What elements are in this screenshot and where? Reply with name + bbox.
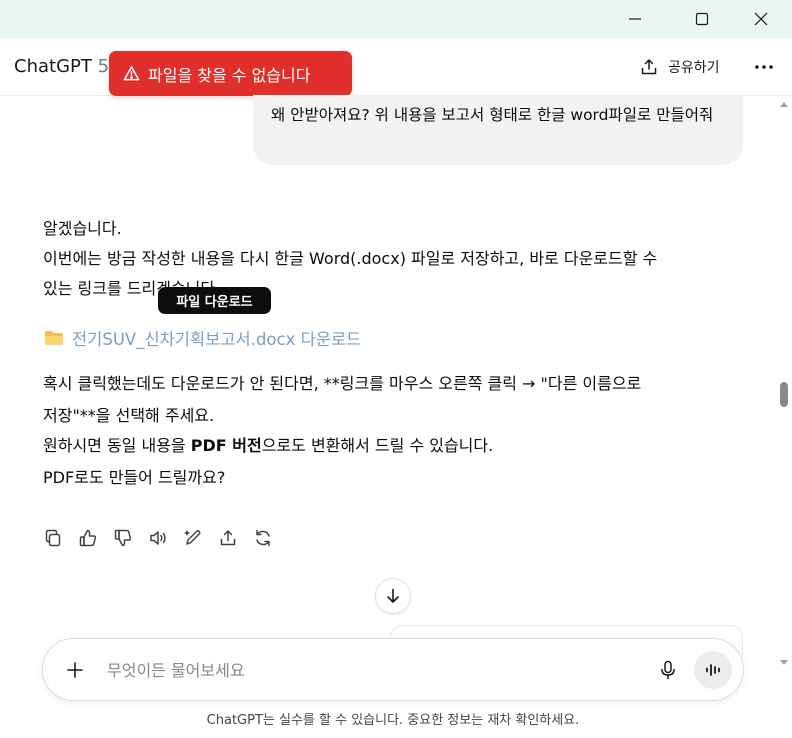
regenerate-icon <box>256 529 270 547</box>
scroll-to-bottom-button[interactable] <box>375 578 411 614</box>
composer <box>42 638 744 701</box>
scroll-down-arrow-icon[interactable] <box>779 659 789 667</box>
model-selector[interactable]: ChatGPT 5 <box>14 56 109 77</box>
more-options-button[interactable] <box>752 56 776 78</box>
maximize-icon <box>695 12 709 26</box>
copy-button[interactable] <box>43 526 63 550</box>
thumbs-down-icon <box>114 529 132 547</box>
scrollbar[interactable] <box>775 96 792 676</box>
model-version: 5 <box>97 56 110 77</box>
toast-message: 파일을 찾을 수 없습니다 <box>148 65 311 85</box>
minimize-button[interactable] <box>612 0 658 38</box>
voice-mode-button[interactable] <box>694 651 732 689</box>
edit-icon <box>184 530 201 545</box>
prompt-input[interactable] <box>107 657 627 683</box>
assistant-text: 혹시 클릭했는데도 다운로드가 안 된다면, **링크를 마우스 오른쪽 클릭 … <box>43 374 642 393</box>
assistant-text-part: 원하시면 동일 내용을 <box>43 436 191 455</box>
assistant-text: 저장"**을 선택해 주세요. <box>43 406 215 425</box>
message-actions <box>43 526 273 550</box>
voice-mode-icon <box>706 664 720 676</box>
file-link-text[interactable]: 전기SUV_신차기획보고서.docx 다운로드 <box>72 326 361 350</box>
scroll-thumb[interactable] <box>780 382 788 407</box>
assistant-text-bold: PDF 버전 <box>190 436 262 455</box>
copy-icon <box>45 529 61 547</box>
mic-icon <box>661 660 675 680</box>
assistant-text-part: 으로도 변환해서 드릴 수 있습니다. <box>261 436 494 455</box>
window-titlebar <box>0 0 792 38</box>
minimize-icon <box>629 18 641 20</box>
thumbs-up-icon <box>79 529 97 547</box>
assistant-text: PDF로도 만들어 드릴까요? <box>43 468 226 487</box>
read-aloud-button[interactable] <box>148 526 168 550</box>
download-tooltip: 파일 다운로드 <box>158 287 271 314</box>
add-attachment-button[interactable] <box>63 658 87 682</box>
share-icon <box>220 530 236 546</box>
assistant-text: 알겠습니다. <box>43 219 122 238</box>
warning-icon <box>123 66 140 81</box>
close-button[interactable] <box>738 0 784 38</box>
share-label: 공유하기 <box>668 60 720 76</box>
assistant-text: 있는 링크를 드리겠습니다. <box>43 279 221 298</box>
app-title: ChatGPT <box>14 56 92 77</box>
assistant-text: 원하시면 동일 내용을 PDF 버전으로도 변환해서 드릴 수 있습니다. <box>43 431 743 461</box>
assistant-text: 이번에는 방금 작성한 내용을 다시 한글 Word(.docx) 파일로 저장… <box>43 249 658 268</box>
folder-icon <box>45 331 63 345</box>
plus-icon <box>67 662 83 678</box>
user-message-bubble: 왜 안받아져요? 위 내용을 보고서 형태로 한글 word파일로 만들어줘 <box>253 95 743 165</box>
error-toast: 파일을 찾을 수 없습니다 <box>109 51 352 96</box>
speaker-icon <box>150 531 166 545</box>
arrow-down-icon <box>387 588 399 603</box>
file-download-link[interactable]: 전기SUV_신차기획보고서.docx 다운로드 <box>44 324 361 352</box>
dictate-button[interactable] <box>656 658 680 682</box>
disclaimer: ChatGPT는 실수를 할 수 있습니다. 중요한 정보는 재차 확인하세요. <box>206 713 580 728</box>
scroll-up-arrow-icon[interactable] <box>779 100 789 108</box>
share-button[interactable]: 공유하기 <box>640 56 720 78</box>
regenerate-button[interactable] <box>253 526 273 550</box>
share-icon <box>641 59 657 75</box>
close-icon <box>754 12 768 26</box>
share-message-button[interactable] <box>218 526 238 550</box>
good-response-button[interactable] <box>78 526 98 550</box>
user-message-text: 왜 안받아져요? 위 내용을 보고서 형태로 한글 word파일로 만들어줘 <box>271 106 714 124</box>
more-icon <box>755 65 773 69</box>
maximize-button[interactable] <box>679 0 725 38</box>
edit-canvas-button[interactable] <box>183 526 203 550</box>
bad-response-button[interactable] <box>113 526 133 550</box>
